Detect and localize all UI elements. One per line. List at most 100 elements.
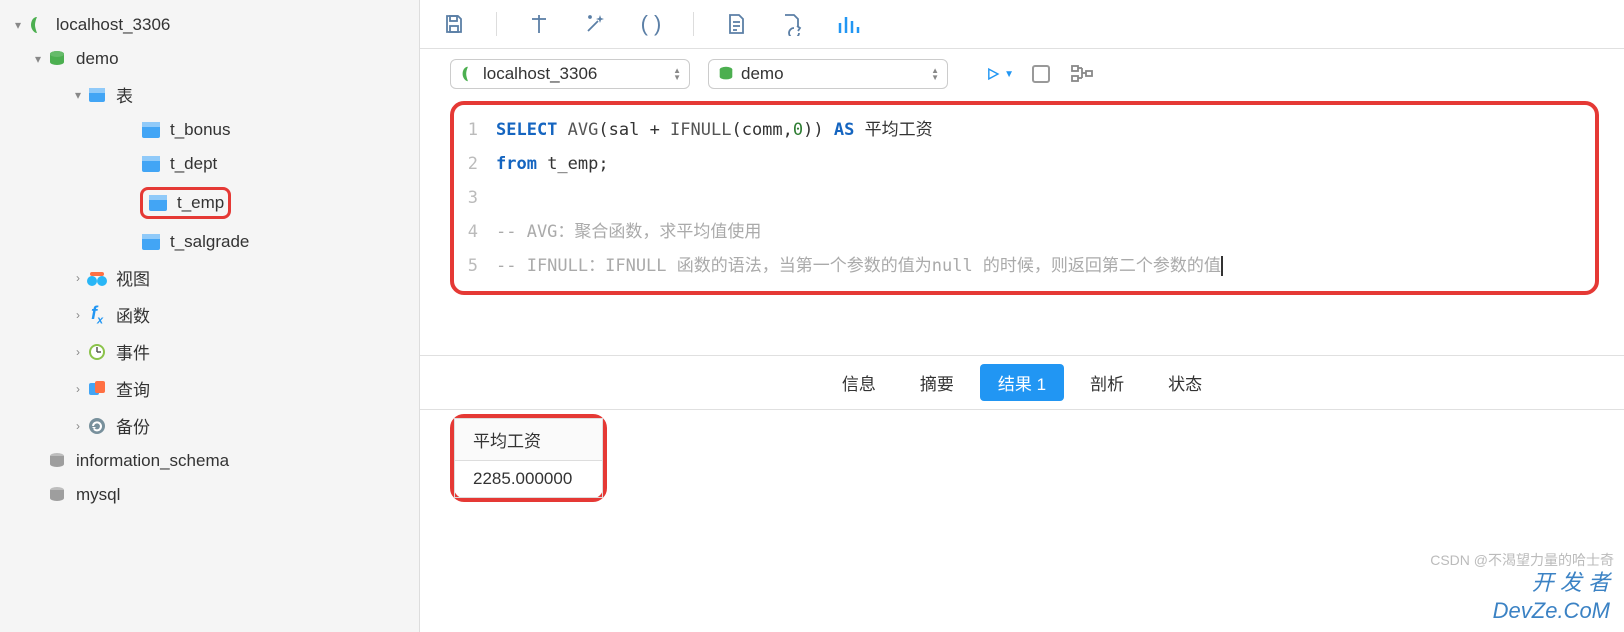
watermark-brand1: 开 发 者 xyxy=(1426,569,1610,598)
code-line[interactable]: SELECT AVG(sal + IFNULL(comm,0)) AS 平均工资 xyxy=(496,113,1583,147)
brackets-button[interactable]: ( ) xyxy=(637,10,665,38)
code-line[interactable]: -- AVG：聚合函数，求平均值使用 xyxy=(496,215,1583,249)
explain-button[interactable] xyxy=(1068,60,1096,88)
connection-bar: localhost_3306 ▲▼ demo ▲▼ ▼ xyxy=(420,49,1624,101)
table-cell[interactable]: 2285.000000 xyxy=(455,461,603,498)
database-icon xyxy=(46,450,68,472)
database-dropdown[interactable]: demo ▲▼ xyxy=(708,59,948,89)
tables-label: 表 xyxy=(116,82,133,107)
result-tab[interactable]: 信息 xyxy=(824,364,894,401)
tree-views[interactable]: › 视图 xyxy=(0,259,419,296)
tree-events[interactable]: › 事件 xyxy=(0,333,419,370)
chevron-down-icon: ▾ xyxy=(70,88,86,102)
table-folder-icon xyxy=(86,84,108,106)
views-icon xyxy=(86,267,108,289)
run-button[interactable]: ▼ xyxy=(986,60,1014,88)
result-tab[interactable]: 摘要 xyxy=(902,364,972,401)
tree-table-item[interactable]: t_dept xyxy=(0,147,419,181)
tree-table-item[interactable]: t_salgrade xyxy=(0,225,419,259)
dropdown-arrows-icon: ▲▼ xyxy=(673,67,681,81)
database-icon xyxy=(717,65,735,83)
connection-label: localhost_3306 xyxy=(56,15,170,35)
tree-database[interactable]: information_schema xyxy=(0,444,419,478)
sidebar: ▾ localhost_3306 ▾ demo ▾ 表 t_bonus t_dep… xyxy=(0,0,420,632)
dropdown-arrows-icon: ▲▼ xyxy=(931,67,939,81)
chevron-down-icon: ▾ xyxy=(30,52,46,66)
tree-functions[interactable]: › fx 函数 xyxy=(0,296,419,333)
functions-icon: fx xyxy=(86,304,108,326)
table-icon xyxy=(140,231,162,253)
table-name: t_salgrade xyxy=(170,232,249,252)
events-icon xyxy=(86,341,108,363)
backup-label: 备份 xyxy=(116,413,150,438)
line-number: 3 xyxy=(466,181,496,215)
database-value: demo xyxy=(741,64,784,84)
table-name: t_dept xyxy=(170,154,217,174)
code-line[interactable]: from t_emp; xyxy=(496,147,1583,181)
tree-backup[interactable]: › 备份 xyxy=(0,407,419,444)
result-tabs: 信息摘要结果 1剖析状态 xyxy=(420,355,1624,410)
backup-icon xyxy=(86,415,108,437)
table-icon xyxy=(140,153,162,175)
chevron-right-icon: › xyxy=(70,271,86,285)
main-panel: ( ) localhost_3306 ▲▼ demo ▲▼ xyxy=(420,0,1624,632)
line-number: 5 xyxy=(466,249,496,283)
toolbar-separator xyxy=(693,12,694,36)
chart-button[interactable] xyxy=(834,10,862,38)
result-table: 平均工资 2285.000000 xyxy=(454,418,603,498)
database-label: information_schema xyxy=(76,451,229,471)
events-label: 事件 xyxy=(116,339,150,364)
toolbar-separator xyxy=(496,12,497,36)
document-button[interactable] xyxy=(722,10,750,38)
tree-table-item[interactable]: t_emp xyxy=(0,181,419,225)
result-tab[interactable]: 结果 1 xyxy=(980,364,1064,401)
toolbar: ( ) xyxy=(420,0,1624,49)
sql-editor[interactable]: 1SELECT AVG(sal + IFNULL(comm,0)) AS 平均工… xyxy=(466,113,1583,283)
sql-editor-highlight: 1SELECT AVG(sal + IFNULL(comm,0)) AS 平均工… xyxy=(450,101,1599,295)
export-button[interactable] xyxy=(778,10,806,38)
chevron-right-icon: › xyxy=(70,345,86,359)
tree-database[interactable]: mysql xyxy=(0,478,419,512)
tree-tables-folder[interactable]: ▾ 表 xyxy=(0,76,419,113)
watermark-csdn: CSDN @不渴望力量的哈士奇 xyxy=(1430,551,1614,569)
table-name: t_bonus xyxy=(170,120,231,140)
connection-value: localhost_3306 xyxy=(483,64,597,84)
database-icon xyxy=(46,48,68,70)
tree-table-item[interactable]: t_bonus xyxy=(0,113,419,147)
watermark-brand2: DevZe.CoM xyxy=(1426,597,1610,626)
chevron-right-icon: › xyxy=(70,382,86,396)
watermark: CSDN @不渴望力量的哈士奇 开 发 者 DevZe.CoM xyxy=(1426,551,1610,626)
connection-icon xyxy=(26,14,48,36)
table-icon xyxy=(147,192,169,214)
magic-button[interactable] xyxy=(581,10,609,38)
save-button[interactable] xyxy=(440,10,468,38)
line-number: 2 xyxy=(466,147,496,181)
tree-connection[interactable]: ▾ localhost_3306 xyxy=(0,8,419,42)
stop-button[interactable] xyxy=(1032,65,1050,83)
line-number: 4 xyxy=(466,215,496,249)
result-tab[interactable]: 剖析 xyxy=(1072,364,1142,401)
table-header[interactable]: 平均工资 xyxy=(455,419,603,461)
table-icon xyxy=(140,119,162,141)
code-line[interactable]: -- IFNULL：IFNULL 函数的语法，当第一个参数的值为null 的时候… xyxy=(496,249,1583,283)
table-row[interactable]: 2285.000000 xyxy=(455,461,603,498)
database-icon xyxy=(46,484,68,506)
database-label: demo xyxy=(76,49,119,69)
result-highlight: 平均工资 2285.000000 xyxy=(450,414,607,502)
code-line[interactable] xyxy=(496,181,1583,215)
chevron-right-icon: › xyxy=(70,419,86,433)
tree-database[interactable]: ▾ demo xyxy=(0,42,419,76)
queries-icon xyxy=(86,378,108,400)
line-number: 1 xyxy=(466,113,496,147)
table-name: t_emp xyxy=(177,193,224,213)
views-label: 视图 xyxy=(116,265,150,290)
database-label: mysql xyxy=(76,485,120,505)
result-tab[interactable]: 状态 xyxy=(1150,364,1220,401)
queries-label: 查询 xyxy=(116,376,150,401)
chevron-down-icon: ▾ xyxy=(10,18,26,32)
tree-queries[interactable]: › 查询 xyxy=(0,370,419,407)
chevron-right-icon: › xyxy=(70,308,86,322)
functions-label: 函数 xyxy=(116,302,150,327)
connection-dropdown[interactable]: localhost_3306 ▲▼ xyxy=(450,59,690,89)
format-button[interactable] xyxy=(525,10,553,38)
